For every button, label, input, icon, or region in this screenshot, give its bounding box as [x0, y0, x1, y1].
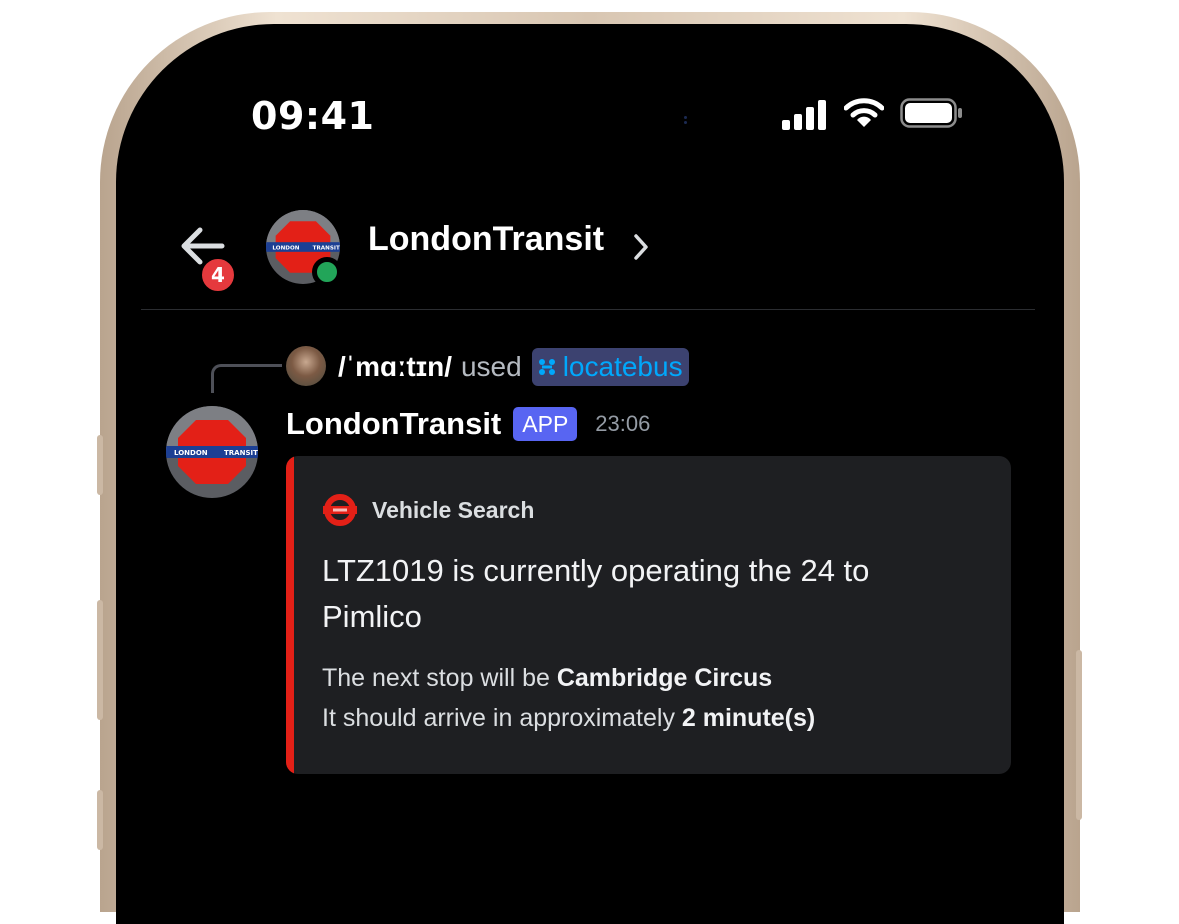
battery-icon — [900, 98, 962, 128]
logo-text-left: LONDON — [174, 449, 208, 457]
london-transit-logo-icon: LONDON TRANSIT — [166, 406, 258, 498]
reply-connector — [211, 364, 282, 393]
message-author[interactable]: LondonTransit — [286, 406, 501, 442]
embed-accent-bar — [286, 456, 294, 774]
online-status-dot — [312, 257, 342, 287]
command-name: locatebus — [562, 351, 683, 382]
wifi-icon — [844, 98, 884, 127]
dynamic-island-camera — [682, 114, 688, 128]
message-author-avatar[interactable]: LONDON TRANSIT — [166, 406, 258, 498]
phone-screen: 09:41 4 LONDON TRANSIT LondonTransit /ˈm… — [116, 24, 1064, 924]
arrival-prefix: It should arrive in approximately — [322, 704, 682, 732]
slash-command-icon — [538, 359, 555, 375]
volume-down-button — [97, 790, 103, 850]
status-time: 09:41 — [251, 94, 375, 138]
message-header: LondonTransit APP 23:06 — [286, 402, 650, 446]
app-badge: APP — [513, 407, 578, 441]
next-stop-line: The next stop will be Cambridge Circus — [322, 658, 982, 698]
reply-username[interactable]: /ˈmɑːtɪn/ — [338, 351, 452, 383]
logo-text-left: LONDON — [272, 245, 299, 251]
reply-reference[interactable]: /ˈmɑːtɪn/ used locatebus — [338, 347, 689, 387]
reply-used-text: used — [460, 351, 522, 382]
command-chip[interactable]: locatebus — [531, 348, 689, 386]
action-button — [97, 435, 103, 495]
header-divider — [141, 309, 1035, 310]
arrival-line: It should arrive in approximately 2 minu… — [322, 698, 982, 738]
embed-author: Vehicle Search — [322, 492, 534, 528]
power-button — [1076, 650, 1082, 820]
unread-badge: 4 — [199, 256, 237, 294]
message-embed: Vehicle Search LTZ1019 is currently oper… — [286, 456, 1011, 774]
volume-button — [97, 600, 103, 720]
cellular-signal-icon — [782, 100, 826, 130]
embed-author-name: Vehicle Search — [372, 496, 535, 523]
channel-title[interactable]: LondonTransit — [368, 220, 604, 259]
message-timestamp: 23:06 — [595, 411, 651, 436]
embed-title: LTZ1019 is currently operating the 24 to… — [322, 553, 870, 634]
logo-text-right: TRANSIT — [224, 449, 258, 457]
next-stop-name: Cambridge Circus — [556, 664, 773, 692]
next-stop-prefix: The next stop will be — [322, 664, 557, 692]
chevron-right-icon[interactable] — [632, 232, 650, 262]
tfl-roundel-icon — [323, 494, 357, 526]
embed-description: The next stop will be Cambridge Circus I… — [322, 658, 982, 738]
reply-user-avatar[interactable] — [286, 346, 326, 386]
logo-text-right: TRANSIT — [313, 245, 340, 251]
arrival-time: 2 minute(s) — [681, 704, 816, 732]
